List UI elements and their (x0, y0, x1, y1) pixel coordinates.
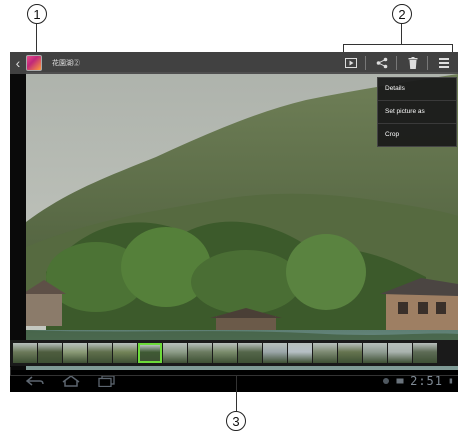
filmstrip-thumbnail[interactable] (363, 343, 387, 363)
filmstrip-thumbnail[interactable] (163, 343, 187, 363)
share-icon (376, 57, 388, 69)
action-buttons (335, 52, 454, 74)
callout-3-leader (236, 375, 237, 411)
callout-2-label: 2 (398, 6, 406, 22)
home-icon (62, 375, 80, 387)
callout-3-label: 3 (232, 413, 240, 429)
overflow-menu-button[interactable] (434, 54, 454, 72)
album-title: 花園湖② (52, 60, 80, 67)
action-bar: ‹ 花園湖② (10, 52, 458, 74)
callout-3-bracket-left (10, 367, 11, 375)
recent-apps-icon (98, 375, 115, 387)
overflow-menu-icon (439, 58, 449, 68)
delete-icon (408, 57, 418, 69)
battery-icon (449, 378, 453, 384)
slideshow-icon (345, 58, 357, 68)
status-area[interactable]: 2:51 (376, 370, 454, 392)
wifi-icon (396, 378, 404, 384)
callout-1-label: 1 (33, 6, 41, 22)
overflow-menu: Details Set picture as Crop (377, 77, 457, 147)
action-separator (396, 56, 397, 70)
filmstrip-thumbnail[interactable] (413, 343, 437, 363)
filmstrip-thumbnail[interactable] (213, 343, 237, 363)
chevron-left-icon[interactable]: ‹ (12, 55, 24, 71)
filmstrip (10, 340, 458, 366)
callout-2-leader (401, 24, 402, 44)
filmstrip-thumbnail[interactable] (263, 343, 287, 363)
tablet-screen: ‹ 花園湖② Details Set picture as Crop 2:51 (10, 52, 458, 392)
filmstrip-thumbnail[interactable] (38, 343, 62, 363)
callout-2: 2 (392, 4, 412, 24)
filmstrip-thumbnail[interactable] (13, 343, 37, 363)
filmstrip-thumbnail[interactable] (138, 343, 162, 363)
notification-icon (383, 378, 390, 384)
filmstrip-thumbnail[interactable] (88, 343, 112, 363)
filmstrip-thumbnail[interactable] (388, 343, 412, 363)
callout-1: 1 (27, 4, 47, 24)
callout-3: 3 (226, 411, 246, 431)
delete-button[interactable] (403, 54, 423, 72)
filmstrip-thumbnail[interactable] (288, 343, 312, 363)
callout-2-bracket (343, 44, 453, 45)
filmstrip-thumbnail[interactable] (338, 343, 362, 363)
filmstrip-thumbnail[interactable] (188, 343, 212, 363)
filmstrip-thumbnail[interactable] (113, 343, 137, 363)
filmstrip-thumbnail[interactable] (63, 343, 87, 363)
menu-item-details[interactable]: Details (378, 78, 456, 101)
callout-3-bracket (10, 375, 458, 376)
menu-item-crop[interactable]: Crop (378, 124, 456, 146)
back-icon (26, 376, 44, 386)
gallery-app-icon[interactable] (26, 55, 42, 71)
menu-item-set-picture-as[interactable]: Set picture as (378, 101, 456, 124)
slideshow-button[interactable] (341, 54, 361, 72)
system-bar: 2:51 (10, 370, 458, 392)
action-separator (427, 56, 428, 70)
clock: 2:51 (410, 374, 443, 388)
action-separator (365, 56, 366, 70)
filmstrip-thumbnail[interactable] (238, 343, 262, 363)
filmstrip-thumbnail[interactable] (313, 343, 337, 363)
share-button[interactable] (372, 54, 392, 72)
